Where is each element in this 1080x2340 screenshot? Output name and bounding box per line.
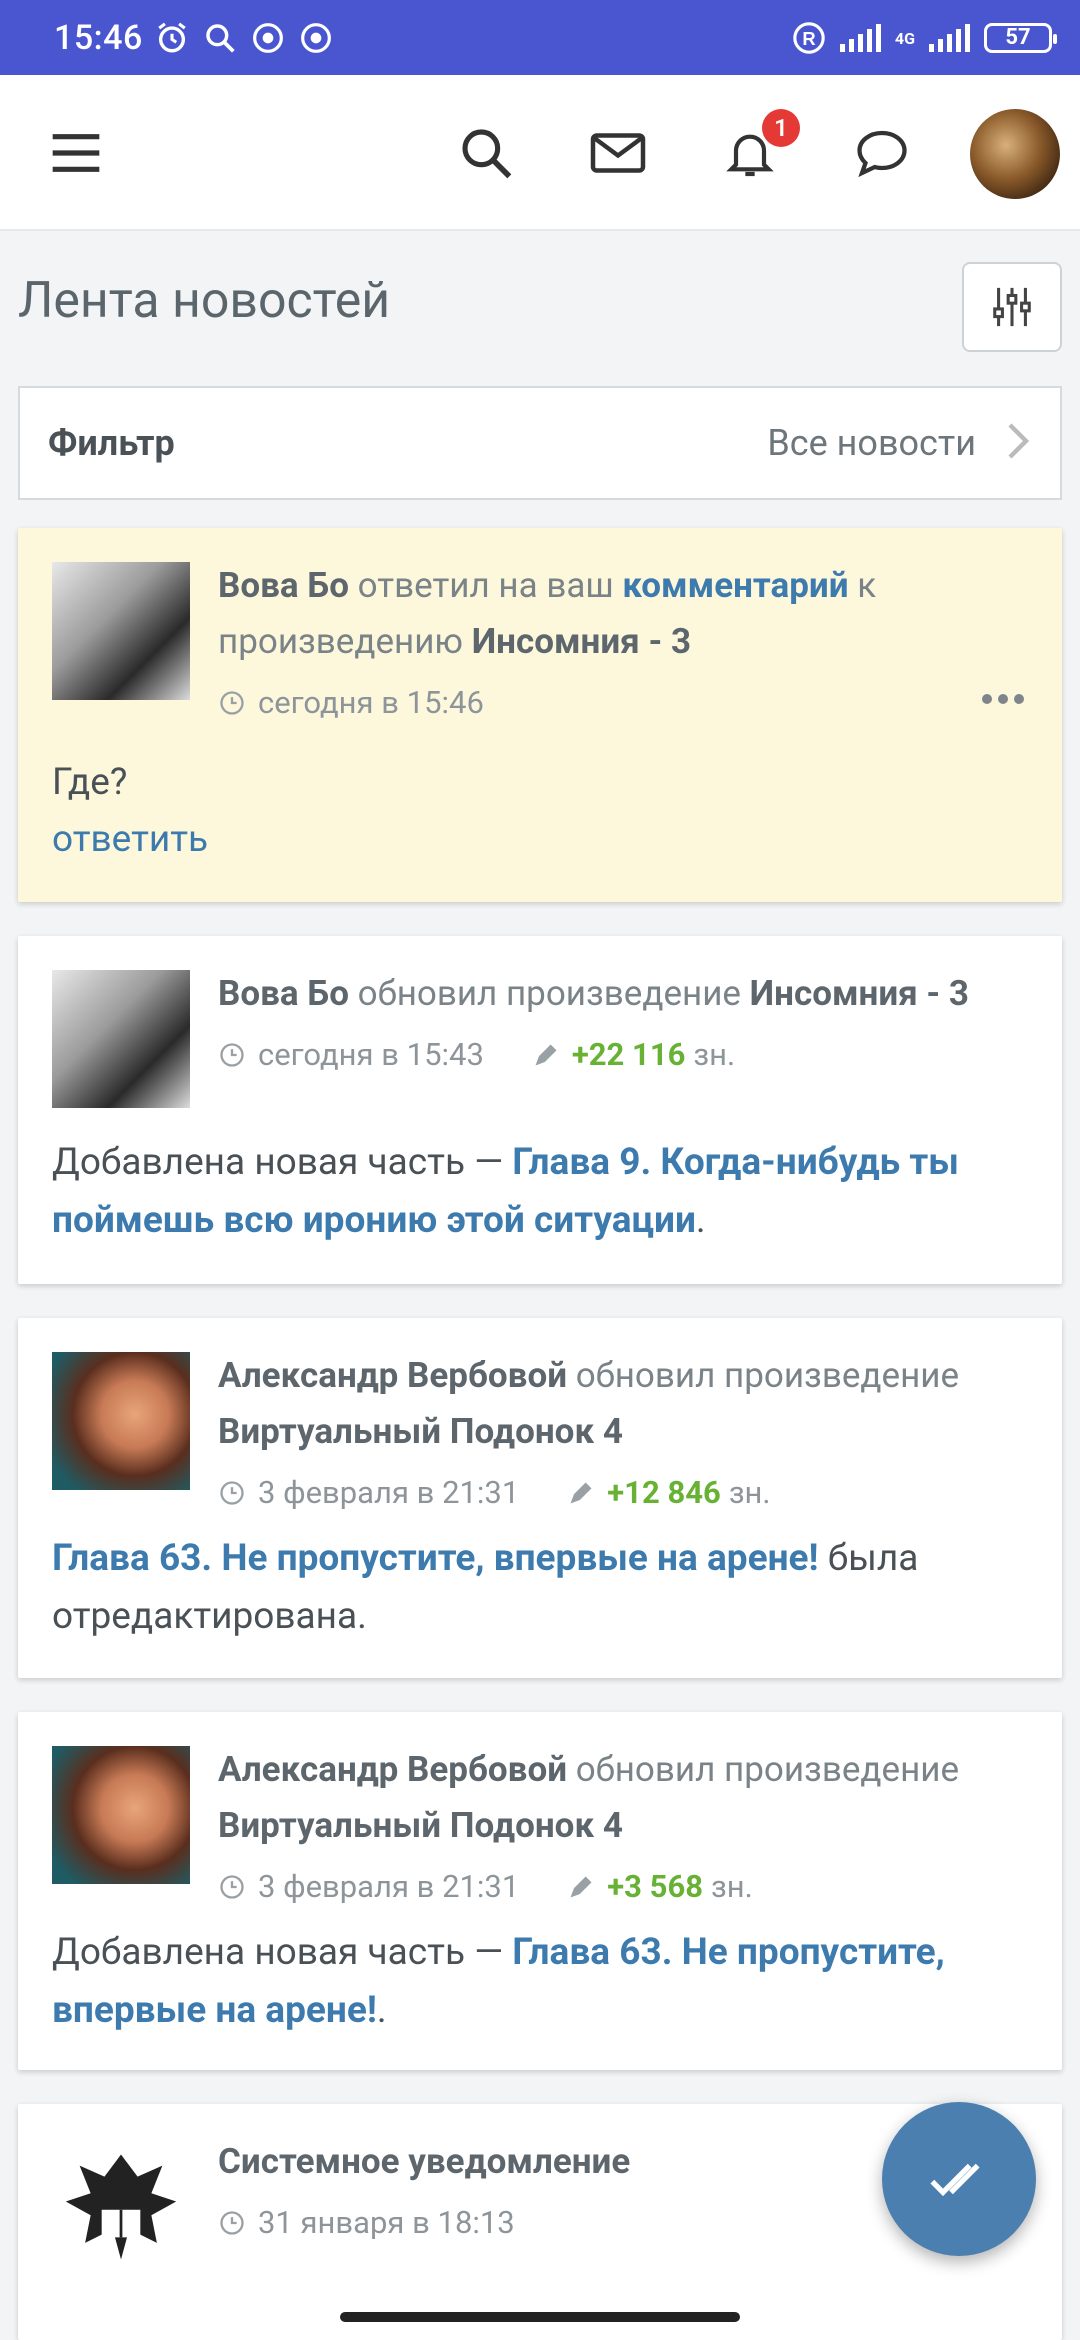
search-button[interactable] bbox=[448, 115, 524, 191]
update-text: Глава 63. Не пропустите, впервые на арен… bbox=[52, 1530, 1032, 1646]
search-status-icon bbox=[203, 21, 237, 55]
chapter-link[interactable]: Глава 63. Не пропустите, впервые на арен… bbox=[52, 1537, 819, 1580]
chars-added: +3 568 bbox=[607, 1868, 704, 1905]
clock-icon bbox=[220, 690, 244, 715]
registered-icon: R bbox=[792, 21, 826, 55]
chat-bubble-icon bbox=[857, 130, 907, 178]
filter-label: Фильтр bbox=[48, 422, 175, 464]
mail-icon bbox=[590, 133, 646, 173]
text-prefix: Добавлена новая часть — bbox=[52, 1931, 504, 1974]
system-title: Системное уведомление bbox=[218, 2141, 631, 2182]
chars-added: +22 116 bbox=[571, 1036, 686, 1073]
chars-added: +12 846 bbox=[607, 1474, 721, 1511]
chars-unit: зн. bbox=[711, 1868, 753, 1905]
post-time: сегодня в 15:46 bbox=[258, 684, 484, 721]
chevron-right-icon bbox=[1004, 421, 1032, 465]
hamburger-icon bbox=[52, 134, 100, 172]
double-check-icon bbox=[930, 2163, 980, 2197]
sliders-icon bbox=[993, 287, 1031, 327]
messages-button[interactable] bbox=[580, 115, 656, 191]
work-title[interactable]: Инсомния - 3 bbox=[472, 621, 691, 662]
feed-card: Александр Вербовой обновил произведение … bbox=[18, 1712, 1062, 2070]
text-suffix: . bbox=[376, 1989, 387, 2032]
author-name[interactable]: Вова Бо bbox=[218, 565, 349, 606]
action-text: обновил произведение bbox=[575, 1749, 960, 1790]
text-suffix: . bbox=[695, 1199, 706, 1242]
more-options-button[interactable] bbox=[982, 694, 1026, 706]
pencil-icon bbox=[570, 1482, 592, 1503]
author-avatar[interactable] bbox=[52, 1352, 190, 1490]
card-meta: 31 января в 18:13 bbox=[218, 2204, 515, 2241]
search-icon bbox=[462, 129, 512, 179]
action-text: ответил на ваш bbox=[357, 565, 614, 606]
work-title[interactable]: Виртуальный Подонок 4 bbox=[218, 1805, 623, 1846]
pencil-icon bbox=[570, 1876, 592, 1897]
update-text: Добавлена новая часть — Глава 63. Не про… bbox=[52, 1924, 1032, 2040]
chrome-icon bbox=[251, 21, 285, 55]
action-text: обновил произведение bbox=[575, 1355, 960, 1396]
action-text: обновил произведение bbox=[357, 973, 741, 1014]
author-avatar[interactable] bbox=[52, 562, 190, 700]
chars-unit: зн. bbox=[693, 1036, 736, 1073]
author-name[interactable]: Александр Вербовой bbox=[218, 1749, 567, 1790]
top-app-bar: 1 bbox=[0, 75, 1080, 231]
card-meta: 3 февраля в 21:31 +3 568 зн. bbox=[218, 1868, 753, 1905]
filter-bar[interactable]: Фильтр Все новости bbox=[18, 386, 1062, 500]
home-indicator[interactable] bbox=[340, 2312, 740, 2322]
network-type: 4G bbox=[894, 28, 915, 48]
page-title: Лента новостей bbox=[18, 272, 391, 330]
author-name[interactable]: Александр Вербовой bbox=[218, 1355, 567, 1396]
update-text: Добавлена новая часть — Глава 9. Когда-н… bbox=[52, 1134, 1032, 1250]
battery-level: 57 bbox=[1005, 25, 1031, 50]
notification-badge: 1 bbox=[762, 109, 800, 147]
comment-text: Где? bbox=[52, 761, 128, 804]
filter-settings-button[interactable] bbox=[962, 262, 1062, 352]
card-meta: сегодня в 15:43 +22 116 зн. bbox=[218, 1036, 735, 1073]
user-avatar[interactable] bbox=[970, 109, 1060, 199]
chat-button[interactable] bbox=[844, 115, 920, 191]
chars-unit: зн. bbox=[728, 1474, 771, 1511]
reply-link[interactable]: ответить bbox=[52, 818, 208, 861]
battery-icon: 57 bbox=[984, 22, 1057, 53]
work-title[interactable]: Инсомния - 3 bbox=[750, 973, 969, 1014]
mark-all-read-button[interactable] bbox=[882, 2102, 1036, 2256]
card-header: Александр Вербовой обновил произведение … bbox=[218, 1348, 1032, 1460]
signal-icon-2 bbox=[929, 23, 970, 52]
author-avatar[interactable] bbox=[52, 970, 190, 1108]
card-meta: сегодня в 15:46 bbox=[218, 684, 484, 721]
title-row: Лента новостей bbox=[18, 258, 1062, 354]
clock-icon bbox=[220, 2210, 244, 2235]
menu-button[interactable] bbox=[38, 115, 114, 191]
clock-icon bbox=[220, 1874, 244, 1899]
text-prefix: Добавлена новая часть — bbox=[52, 1141, 504, 1184]
system-logo-icon bbox=[52, 2138, 190, 2276]
card-meta: 3 февраля в 21:31 +12 846 зн. bbox=[218, 1474, 771, 1511]
work-title[interactable]: Виртуальный Подонок 4 bbox=[218, 1411, 623, 1452]
clock-icon bbox=[220, 1480, 244, 1505]
status-bar: 15:46 R 4G 57 bbox=[0, 0, 1080, 75]
clock-icon bbox=[220, 1042, 244, 1067]
feed-card: Вова Бо обновил произведение Инсомния - … bbox=[18, 936, 1062, 1284]
author-name[interactable]: Вова Бо bbox=[218, 973, 349, 1014]
signal-icon bbox=[839, 23, 881, 52]
card-header: Александр Вербовой обновил произведение … bbox=[218, 1742, 1032, 1854]
comment-link[interactable]: комментарий bbox=[622, 565, 848, 606]
post-time: сегодня в 15:43 bbox=[258, 1036, 484, 1073]
post-time: 31 января в 18:13 bbox=[258, 2204, 515, 2241]
chrome-icon-2 bbox=[299, 21, 333, 55]
feed-card: Александр Вербовой обновил произведение … bbox=[18, 1318, 1062, 1678]
feed-card: Вова Бо ответил на ваш комментарий к про… bbox=[18, 528, 1062, 902]
card-header: Вова Бо ответил на ваш комментарий к про… bbox=[218, 558, 1032, 670]
svg-text:R: R bbox=[802, 28, 815, 49]
notifications-button[interactable]: 1 bbox=[712, 109, 800, 191]
card-header: Вова Бо обновил произведение Инсомния - … bbox=[218, 966, 1032, 1022]
post-time: 3 февраля в 21:31 bbox=[258, 1868, 520, 1905]
status-time: 15:46 bbox=[54, 17, 143, 58]
pencil-icon bbox=[535, 1044, 557, 1065]
post-time: 3 февраля в 21:31 bbox=[258, 1474, 520, 1511]
filter-value: Все новости bbox=[767, 422, 976, 464]
author-avatar[interactable] bbox=[52, 1746, 190, 1884]
alarm-icon bbox=[155, 21, 189, 55]
